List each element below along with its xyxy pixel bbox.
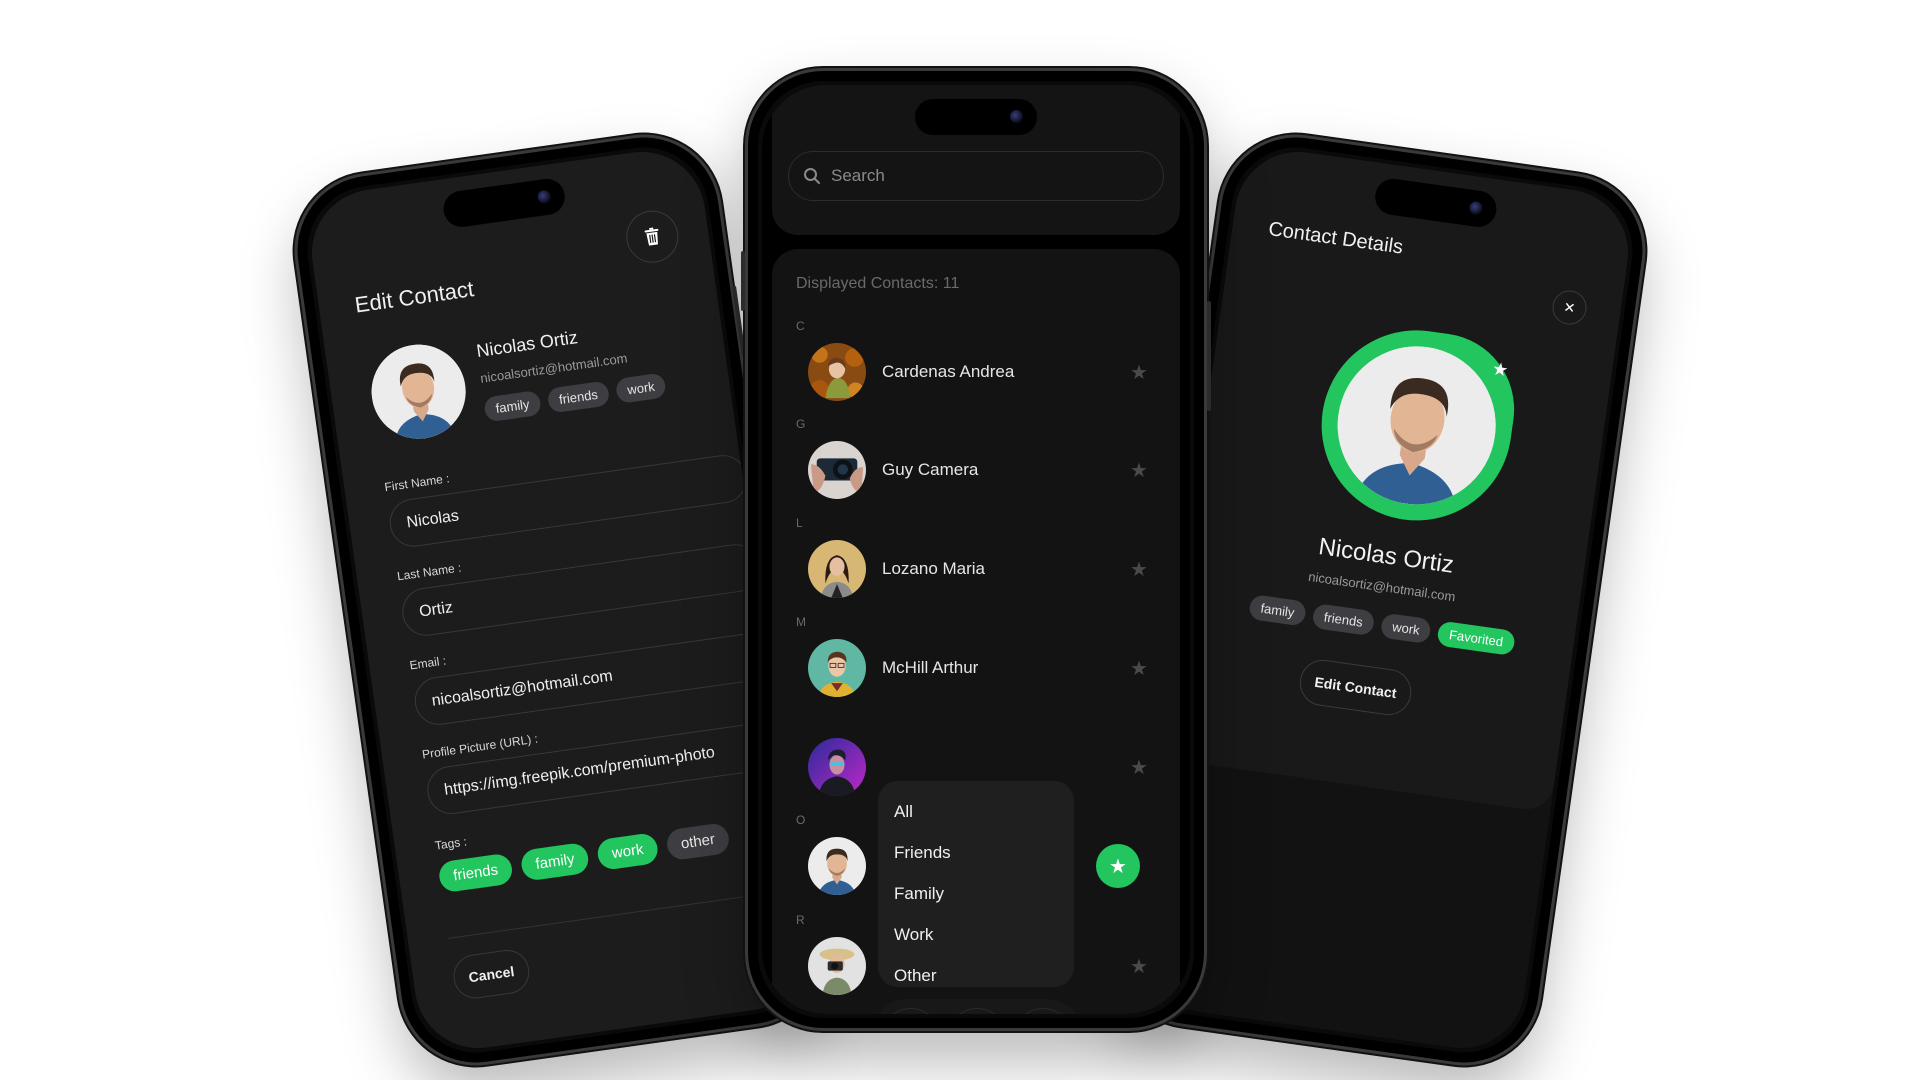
section-letter: L: [796, 516, 803, 530]
section-letter: G: [796, 417, 806, 431]
star-icon: ★: [1490, 358, 1510, 381]
side-button: [1207, 301, 1211, 411]
detail-card: Contact Details ✕ ★ Nicolas Ortiz nicoal…: [1157, 143, 1637, 813]
trash-icon: [644, 227, 659, 246]
filter-option-work[interactable]: Work: [894, 914, 1058, 955]
dynamic-island: [915, 99, 1037, 135]
filter-button[interactable]: [882, 1008, 940, 1014]
profile-photo: ★: [1309, 318, 1524, 533]
section-letter: R: [796, 913, 805, 927]
filter-option-other[interactable]: Other: [894, 955, 1058, 996]
tag-chip: family: [483, 389, 542, 423]
action-bar: ★ +: [870, 999, 1084, 1014]
contact-name: McHill Arthur: [882, 658, 979, 677]
contact-list: Displayed Contacts: 11 C Cardenas Andrea…: [772, 249, 1180, 1014]
phone-contacts-list: Contacts Search Displayed Contacts: 11 C…: [741, 68, 1211, 1031]
side-button: [741, 251, 745, 311]
favorite-star-icon[interactable]: ★: [1128, 657, 1150, 680]
favorite-toggle-active[interactable]: ★: [1096, 844, 1140, 888]
search-input[interactable]: Search: [788, 151, 1164, 201]
close-icon: ✕: [1562, 298, 1577, 316]
tag-chip: family: [1248, 594, 1307, 627]
avatar: [808, 441, 866, 499]
first-name-label: First Name :: [383, 471, 451, 495]
mockup-stage: Edit Contact Nicolas Ortiz nicoalsortiz@…: [0, 0, 1920, 1080]
avatar: [808, 343, 866, 401]
page-title: Edit Contact: [353, 276, 476, 318]
filter-option-all[interactable]: All: [894, 791, 1058, 832]
dynamic-island: [441, 176, 568, 230]
avatar: [808, 540, 866, 598]
filter-option-family[interactable]: Family: [894, 873, 1058, 914]
contact-row[interactable]: Guy Camera ★: [808, 441, 1150, 499]
favorited-badge: Favorited: [1436, 620, 1516, 656]
filter-menu: All Friends Family Work Other: [878, 781, 1074, 987]
page-title: Contact Details: [1267, 217, 1405, 259]
favorite-star-icon[interactable]: ★: [1128, 955, 1150, 978]
last-name-field[interactable]: Ortiz: [399, 541, 763, 639]
favorites-button[interactable]: ★: [948, 1008, 1006, 1014]
contacts-screen: Contacts Search Displayed Contacts: 11 C…: [762, 85, 1190, 1014]
tag-chip: work: [614, 372, 668, 404]
tag-chip: friends: [546, 380, 611, 414]
section-letter: M: [796, 615, 806, 629]
avatar: [808, 837, 866, 895]
tag-chip: friends: [1311, 602, 1376, 637]
search-icon: [804, 168, 820, 184]
filter-option-friends[interactable]: Friends: [894, 832, 1058, 873]
profile-picture-field[interactable]: https://img.freepik.com/premium-photo: [424, 719, 788, 818]
delete-contact-button[interactable]: [622, 207, 682, 266]
contact-row[interactable]: Cardenas Andrea ★: [808, 343, 1150, 401]
tag-option-other[interactable]: other: [664, 821, 731, 862]
close-button[interactable]: ✕: [1550, 288, 1589, 327]
first-name-field[interactable]: Nicolas: [386, 452, 750, 550]
tag-option-family[interactable]: family: [519, 841, 591, 882]
avatar: [808, 639, 866, 697]
tag-option-work[interactable]: work: [596, 832, 660, 872]
add-contact-button[interactable]: +: [1014, 1008, 1072, 1014]
last-name-label: Last Name :: [396, 560, 463, 584]
favorite-star-icon[interactable]: ★: [1128, 756, 1150, 779]
avatar: [808, 738, 866, 796]
favorite-star-icon[interactable]: ★: [1128, 558, 1150, 581]
contact-name: Cardenas Andrea: [882, 362, 1015, 381]
email-label: Email :: [408, 653, 447, 673]
email-field[interactable]: nicoalsortiz@hotmail.com: [411, 630, 775, 728]
avatar: [365, 338, 472, 445]
section-letter: C: [796, 319, 805, 333]
contact-name: Nicolas Ortiz: [475, 327, 579, 362]
tags-label: Tags :: [434, 834, 468, 853]
tag-chip: work: [1379, 612, 1433, 645]
edit-contact-screen: Edit Contact Nicolas Ortiz nicoalsortiz@…: [303, 143, 817, 1057]
tag-selector: friends family work other: [437, 821, 731, 894]
favorite-star-icon[interactable]: ★: [1128, 361, 1150, 384]
divider: [447, 890, 785, 939]
edit-contact-button[interactable]: Edit Contact: [1296, 656, 1415, 719]
contact-name: Lozano Maria: [882, 559, 986, 578]
contact-row[interactable]: McHill Arthur ★: [808, 639, 1150, 697]
star-icon: ★: [1109, 855, 1127, 878]
contact-name: Guy Camera: [882, 460, 979, 479]
contacts-count: Displayed Contacts: 11: [796, 275, 960, 292]
contact-row[interactable]: Lozano Maria ★: [808, 540, 1150, 598]
tag-option-friends[interactable]: friends: [437, 852, 514, 894]
section-letter: O: [796, 813, 806, 827]
search-placeholder: Search: [831, 166, 885, 185]
favorite-star-icon[interactable]: ★: [1128, 459, 1150, 482]
cancel-button[interactable]: Cancel: [450, 947, 533, 1002]
avatar: [808, 937, 866, 995]
